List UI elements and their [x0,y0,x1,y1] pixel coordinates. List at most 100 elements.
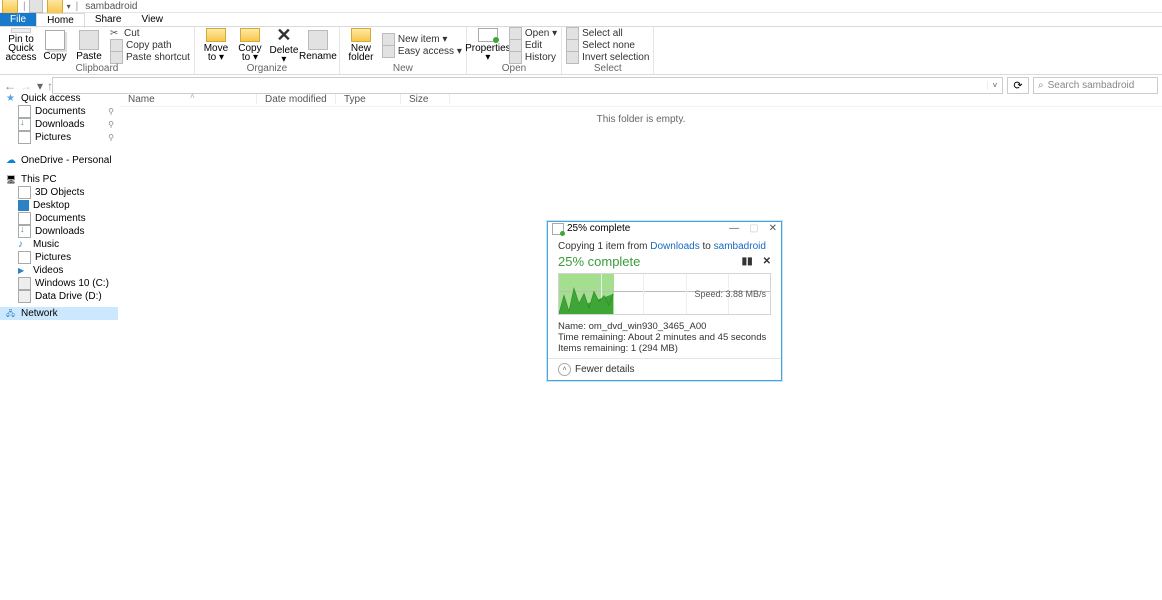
tree-qa-documents[interactable]: Documents⚲ [0,105,118,118]
move-to-button[interactable]: Move to ▾ [199,28,233,62]
tree-c-drive[interactable]: Windows 10 (C:) [0,277,118,290]
rename-icon [308,30,328,50]
copy-source-link[interactable]: Downloads [650,241,699,252]
rename-button[interactable]: Rename [301,28,335,62]
tree-pictures[interactable]: Pictures [0,251,118,264]
copy-dialog: 25% complete — ▢ ✕ Copying 1 item from D… [547,221,782,381]
nav-back-button[interactable]: ← [4,79,16,93]
copy-path-label: Copy path [126,40,172,51]
group-organize: Move to ▾ Copy to ▾ ✕Delete ▾ Rename Org… [195,27,340,74]
dialog-minimize-button[interactable]: — [729,223,739,234]
new-folder-button[interactable]: New folder [344,28,378,62]
tree-desktop[interactable]: Desktop [0,199,118,212]
copy-dialog-icon [552,223,564,235]
sort-indicator-icon: ˄ [190,92,195,101]
properties-label: Properties ▾ [465,44,511,62]
tab-file[interactable]: File [0,13,36,26]
new-folder-icon [351,28,371,42]
tab-home[interactable]: Home [36,13,85,28]
col-name-label: Name [128,94,155,105]
qat-customize-button[interactable]: ▾ [67,2,71,11]
copy-pause-button[interactable]: ▮▮ [742,256,753,267]
tree-desktop-label: Desktop [33,200,70,211]
paste-shortcut-button[interactable]: Paste shortcut [110,51,190,63]
copy-speed-graph: Speed: 3.88 MB/s [558,273,771,315]
select-all-button[interactable]: Select all [566,27,649,39]
cut-button[interactable]: ✂Cut [110,27,190,39]
copy-cancel-button[interactable]: ✕ [763,256,771,267]
copy-description: Copying 1 item from Downloads to sambadr… [558,241,771,252]
open-button[interactable]: Open ▾ [509,27,557,39]
tree-3d-objects[interactable]: 3D Objects [0,186,118,199]
copy-button[interactable]: Copy [38,28,72,62]
tree-qa-pictures[interactable]: Pictures⚲ [0,131,118,144]
tree-documents-label: Documents [35,213,86,224]
delete-button[interactable]: ✕Delete ▾ [267,28,301,62]
tree-quick-access[interactable]: Quick access [0,92,118,105]
drive-icon [18,290,31,303]
copy-path-button[interactable]: Copy path [110,39,190,51]
qat-newfolder-icon[interactable] [47,0,63,14]
move-to-label: Move to ▾ [204,44,228,62]
tab-view[interactable]: View [132,13,174,26]
tree-d-drive[interactable]: Data Drive (D:) [0,290,118,303]
paste-button[interactable]: Paste [72,28,106,62]
copy-mid: to [700,241,714,252]
tree-this-pc-label: This PC [21,174,57,185]
desktop-icon [18,200,29,211]
address-dropdown-button[interactable]: ˅ [987,81,1002,90]
group-organize-label: Organize [195,63,339,74]
paste-shortcut-label: Paste shortcut [126,52,190,63]
tree-qa-downloads[interactable]: Downloads⚲ [0,118,118,131]
properties-button[interactable]: Properties ▾ [471,28,505,62]
tree-qa-downloads-label: Downloads [35,119,84,130]
col-date[interactable]: Date modified [257,94,335,105]
folder-icon [2,0,18,14]
download-icon [18,225,31,238]
pin-label: Pin to Quick access [4,35,38,62]
dialog-close-button[interactable]: ✕ [769,223,777,234]
delete-icon: ✕ [275,26,293,44]
select-none-button[interactable]: Select none [566,39,649,51]
ribbon: Pin to Quick access Copy Paste ✂Cut Copy… [0,27,1162,75]
tree-this-pc[interactable]: This PC [0,173,118,186]
tab-share[interactable]: Share [85,13,132,26]
graph-speed-line [559,274,619,314]
nav-history-button[interactable]: ▾ [37,79,43,93]
dialog-maximize-button[interactable]: ▢ [749,223,758,234]
invert-selection-button[interactable]: Invert selection [566,51,649,63]
copy-dest-link[interactable]: sambadroid [714,241,766,252]
edit-button[interactable]: Edit [509,39,557,51]
tree-documents[interactable]: Documents [0,212,118,225]
tree-downloads[interactable]: Downloads [0,225,118,238]
history-button[interactable]: History [509,51,557,63]
pin-to-quick-access-button[interactable]: Pin to Quick access [4,28,38,62]
tree-3d-objects-label: 3D Objects [35,187,84,198]
col-name[interactable]: Name ˄ [120,94,256,105]
group-open-label: Open [467,63,561,74]
tree-music[interactable]: Music [0,238,118,251]
tree-onedrive[interactable]: OneDrive - Personal [0,154,118,167]
tree-pictures-label: Pictures [35,252,71,263]
new-item-button[interactable]: New item ▾ [382,33,462,45]
copy-to-button[interactable]: Copy to ▾ [233,28,267,62]
tree-network-label: Network [21,308,58,319]
cut-icon: ✂ [110,28,121,39]
edit-label: Edit [525,40,542,51]
group-select-label: Select [562,63,653,74]
tree-c-drive-label: Windows 10 (C:) [35,278,109,289]
qat-properties-icon[interactable] [29,0,43,13]
nav-forward-button[interactable]: → [20,79,32,93]
pc-icon [6,174,17,185]
col-type[interactable]: Type [336,94,400,105]
graph-gridline [686,274,687,314]
tree-network[interactable]: Network [0,307,118,320]
pin-icon [11,28,31,33]
paste-label: Paste [76,52,102,61]
onedrive-icon [6,155,17,166]
easy-access-button[interactable]: Easy access ▾ [382,45,462,57]
col-size[interactable]: Size [401,94,449,105]
tree-videos[interactable]: Videos [0,264,118,277]
picture-icon [18,251,31,264]
fewer-details-button[interactable]: ˄ Fewer details [558,363,634,376]
